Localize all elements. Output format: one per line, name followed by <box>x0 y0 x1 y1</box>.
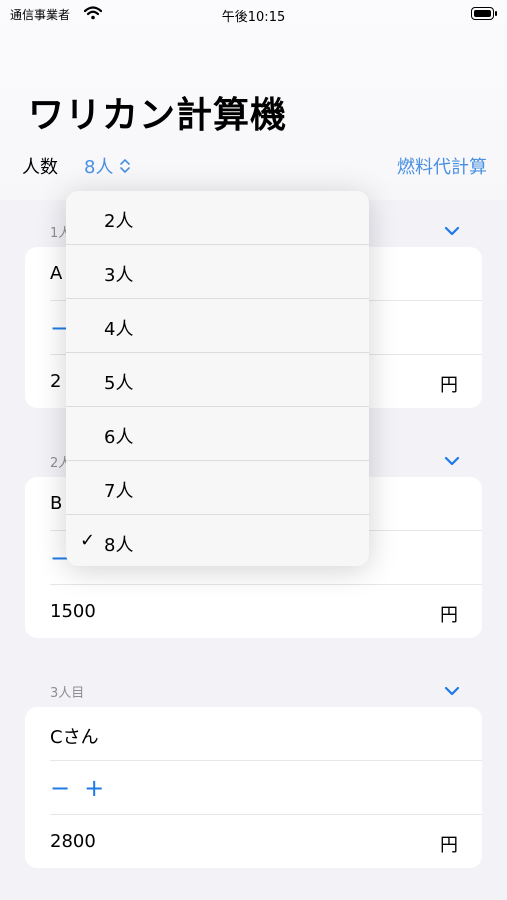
currency-label: 円 <box>440 835 458 856</box>
menu-item-label: 8人 <box>104 535 134 556</box>
menu-item-label: 2人 <box>104 211 134 232</box>
amount-field[interactable]: 1500 円 <box>25 585 482 638</box>
name-value: Cさん <box>50 727 99 748</box>
person-card-3: Cさん − + 2800 円 <box>25 707 482 868</box>
menu-item-5[interactable]: 5人 <box>66 353 369 406</box>
menu-item-8[interactable]: ✓ 8人 <box>66 515 369 566</box>
menu-item-3[interactable]: 3人 <box>66 245 369 298</box>
menu-item-label: 6人 <box>104 427 134 448</box>
menu-item-6[interactable]: 6人 <box>66 407 369 460</box>
amount-value: 2800 <box>50 831 96 852</box>
status-bar: 通信事業者 午後10:15 <box>0 0 507 28</box>
people-count-menu: 2人 3人 4人 5人 6人 7人 ✓ 8人 <box>66 191 369 566</box>
status-time: 午後10:15 <box>221 10 286 25</box>
up-down-chevron-icon <box>120 159 131 173</box>
stepper-row: − + <box>25 761 482 815</box>
minus-button[interactable]: − <box>50 776 70 800</box>
amount-value: 1500 <box>50 601 96 622</box>
amount-value: 2 <box>50 371 62 392</box>
menu-item-4[interactable]: 4人 <box>66 299 369 352</box>
amount-field[interactable]: 2800 円 <box>25 815 482 868</box>
currency-label: 円 <box>440 605 458 626</box>
menu-item-label: 4人 <box>104 319 134 340</box>
menu-item-label: 3人 <box>104 265 134 286</box>
menu-item-label: 7人 <box>104 481 134 502</box>
name-field[interactable]: Cさん <box>25 707 482 761</box>
checkmark-icon: ✓ <box>80 530 96 551</box>
name-value: B <box>50 493 63 514</box>
page-title: ワリカン計算機 <box>28 95 288 136</box>
quantity-stepper: − + <box>50 776 104 800</box>
fuel-cost-button[interactable]: 燃料代計算 <box>397 153 487 179</box>
chevron-down-icon[interactable] <box>442 454 462 468</box>
people-count-select[interactable]: 8人 <box>84 153 131 179</box>
name-value: A <box>50 263 63 284</box>
plus-button[interactable]: + <box>84 776 104 800</box>
section-header-3: 3人目 <box>50 686 85 701</box>
people-count-value: 8人 <box>84 157 114 178</box>
currency-label: 円 <box>440 375 458 396</box>
chevron-down-icon[interactable] <box>442 684 462 698</box>
menu-item-label: 5人 <box>104 373 134 394</box>
menu-item-7[interactable]: 7人 <box>66 461 369 514</box>
menu-item-2[interactable]: 2人 <box>66 191 369 244</box>
people-count-label: 人数 <box>22 157 58 178</box>
chevron-down-icon[interactable] <box>442 224 462 238</box>
battery-icon <box>471 7 497 20</box>
